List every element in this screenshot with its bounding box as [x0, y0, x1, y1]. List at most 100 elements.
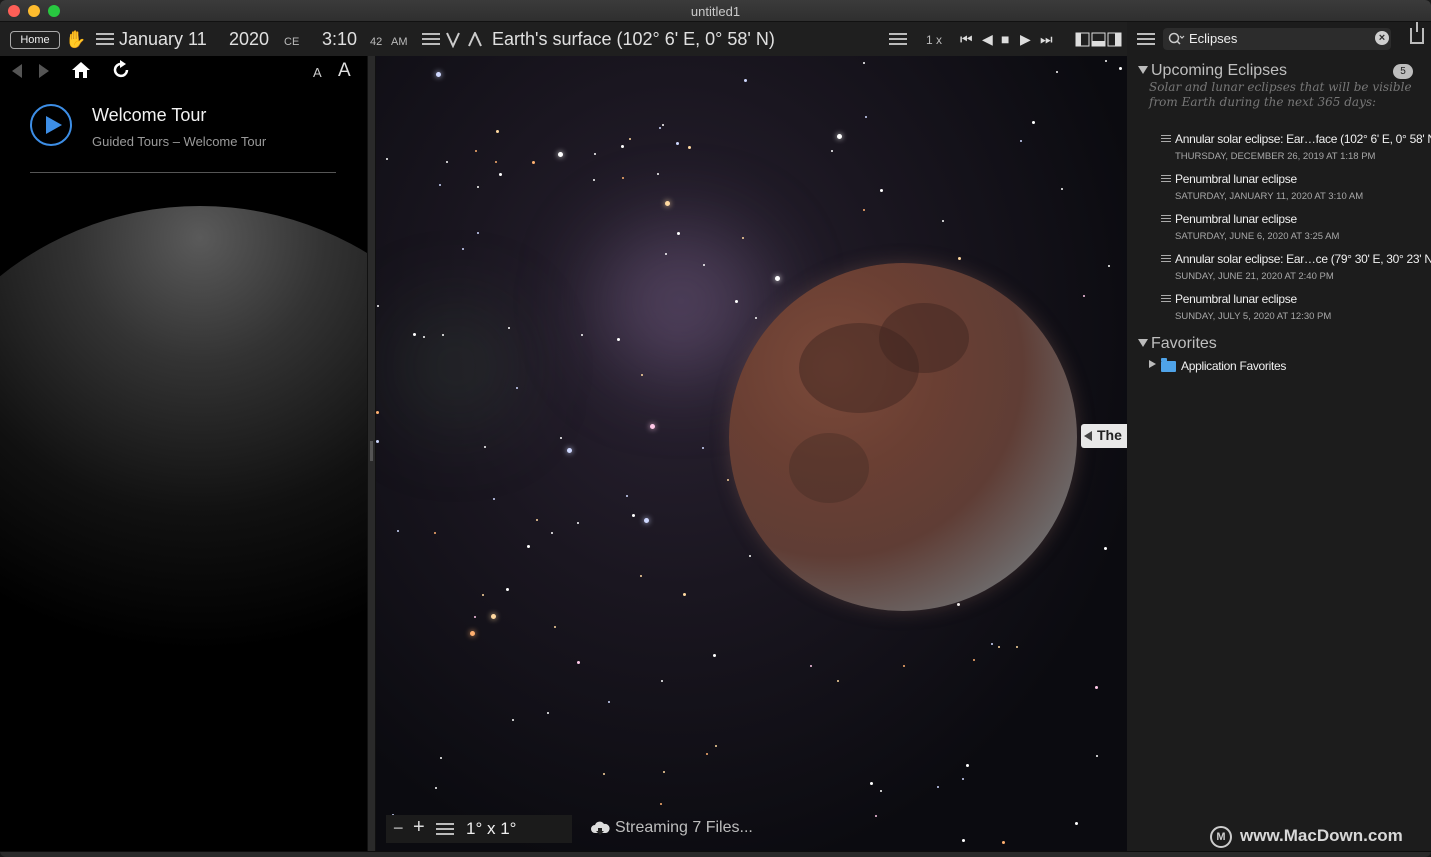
upcoming-eclipses-heading[interactable]: Upcoming Eclipses: [1151, 62, 1287, 80]
star: [506, 588, 509, 591]
left-nav-row: A A: [0, 56, 367, 86]
star: [376, 440, 379, 443]
moon[interactable]: [729, 263, 1077, 611]
star: [532, 161, 535, 164]
star: [508, 327, 510, 329]
star: [665, 201, 670, 206]
star: [484, 446, 486, 448]
share-icon[interactable]: [1410, 22, 1424, 44]
star: [677, 232, 680, 235]
eclipse-event-title[interactable]: Penumbral lunar eclipse: [1175, 212, 1297, 226]
ampm-field[interactable]: AM: [391, 36, 408, 48]
star: [594, 153, 596, 155]
star: [496, 130, 499, 133]
location-menu-icon[interactable]: [422, 33, 440, 47]
forward-arrow-icon[interactable]: [39, 64, 49, 78]
play-icon[interactable]: ▶: [1020, 31, 1031, 48]
star: [742, 237, 744, 239]
star: [659, 127, 661, 129]
date-field[interactable]: January 11: [119, 29, 207, 50]
divider: [30, 172, 336, 173]
star: [1096, 755, 1098, 757]
star: [377, 305, 379, 307]
star: [1002, 841, 1005, 844]
star: [863, 62, 865, 64]
layout-toggle-icon[interactable]: [1075, 32, 1123, 47]
star: [436, 72, 441, 77]
star: [376, 411, 379, 414]
hand-icon[interactable]: ✋: [65, 30, 86, 50]
eclipse-event-title[interactable]: Penumbral lunar eclipse: [1175, 172, 1297, 186]
eclipse-event-title[interactable]: Penumbral lunar eclipse: [1175, 292, 1297, 306]
star: [665, 253, 667, 255]
star: [880, 790, 882, 792]
font-larger-button[interactable]: A: [338, 60, 351, 82]
skip-back-icon[interactable]: ⏮: [960, 31, 973, 48]
pane-splitter[interactable]: [367, 56, 376, 851]
sidebar-menu-icon[interactable]: [1137, 33, 1155, 47]
star: [439, 184, 441, 186]
location-field[interactable]: Earth's surface (102° 6' E, 0° 58' N): [492, 29, 775, 50]
star: [641, 374, 643, 376]
skip-forward-icon[interactable]: ⏭: [1040, 31, 1053, 48]
star: [1032, 121, 1035, 124]
date-menu-icon[interactable]: [96, 33, 114, 47]
star: [622, 177, 624, 179]
star: [629, 138, 631, 140]
object-label[interactable]: The: [1081, 424, 1127, 448]
back-arrow-icon[interactable]: [12, 64, 22, 78]
star: [683, 593, 686, 596]
star: [621, 145, 624, 148]
star: [440, 757, 442, 759]
sky-view[interactable]: The: [376, 56, 1127, 851]
tour-play-button[interactable]: [30, 104, 72, 146]
expand-triangle-icon[interactable]: [1149, 360, 1156, 368]
time-field[interactable]: 3:10: [322, 29, 357, 50]
star: [749, 555, 751, 557]
year-field[interactable]: 2020: [229, 29, 269, 50]
favorites-item[interactable]: Application Favorites: [1181, 359, 1286, 373]
clear-search-icon[interactable]: ×: [1375, 31, 1389, 45]
moon-mare: [879, 303, 969, 373]
star: [962, 778, 964, 780]
left-panel: A A Welcome Tour Guided Tours – Welcome …: [0, 56, 367, 851]
search-input[interactable]: Eclipses ×: [1163, 28, 1391, 50]
star: [744, 79, 747, 82]
time-rate[interactable]: 1 x: [926, 33, 942, 47]
star: [962, 839, 965, 842]
star: [1056, 71, 1058, 73]
time-menu-icon[interactable]: [889, 33, 907, 47]
refresh-icon[interactable]: [112, 60, 132, 80]
fov-menu-icon[interactable]: [436, 823, 454, 837]
home-icon[interactable]: [71, 61, 91, 79]
stop-icon[interactable]: ■: [1001, 31, 1009, 47]
star: [446, 161, 448, 163]
star: [1095, 686, 1098, 689]
disclosure-triangle-icon[interactable]: [1138, 339, 1148, 347]
view-direction-icon[interactable]: [446, 32, 484, 48]
eclipse-event-title[interactable]: Annular solar eclipse: Ear…face (102° 6'…: [1175, 132, 1431, 146]
tour-title[interactable]: Welcome Tour: [92, 105, 206, 126]
star: [547, 712, 549, 714]
disclosure-triangle-icon[interactable]: [1138, 66, 1148, 74]
star: [1119, 67, 1122, 70]
splitter-grip[interactable]: [370, 441, 373, 461]
star: [527, 545, 530, 548]
home-button[interactable]: Home: [10, 31, 60, 49]
favorites-heading[interactable]: Favorites: [1151, 335, 1217, 353]
zoom-in-button[interactable]: +: [413, 816, 425, 839]
star: [880, 189, 883, 192]
step-back-icon[interactable]: ◀: [982, 31, 993, 48]
fov-value[interactable]: 1° x 1°: [466, 819, 516, 839]
eclipse-event-title[interactable]: Annular solar eclipse: Ear…ce (79° 30' E…: [1175, 252, 1431, 266]
zoom-out-button[interactable]: −: [393, 818, 404, 839]
era-field[interactable]: CE: [284, 36, 299, 48]
seconds-field[interactable]: 42: [370, 36, 382, 48]
star: [702, 447, 704, 449]
font-smaller-button[interactable]: A: [313, 65, 322, 80]
title-bar: untitled1: [0, 0, 1431, 22]
star: [1108, 265, 1110, 267]
star: [442, 334, 444, 336]
right-panel: Eclipses × Upcoming Eclipses 5 Solar and…: [1127, 22, 1431, 851]
star: [1104, 547, 1107, 550]
